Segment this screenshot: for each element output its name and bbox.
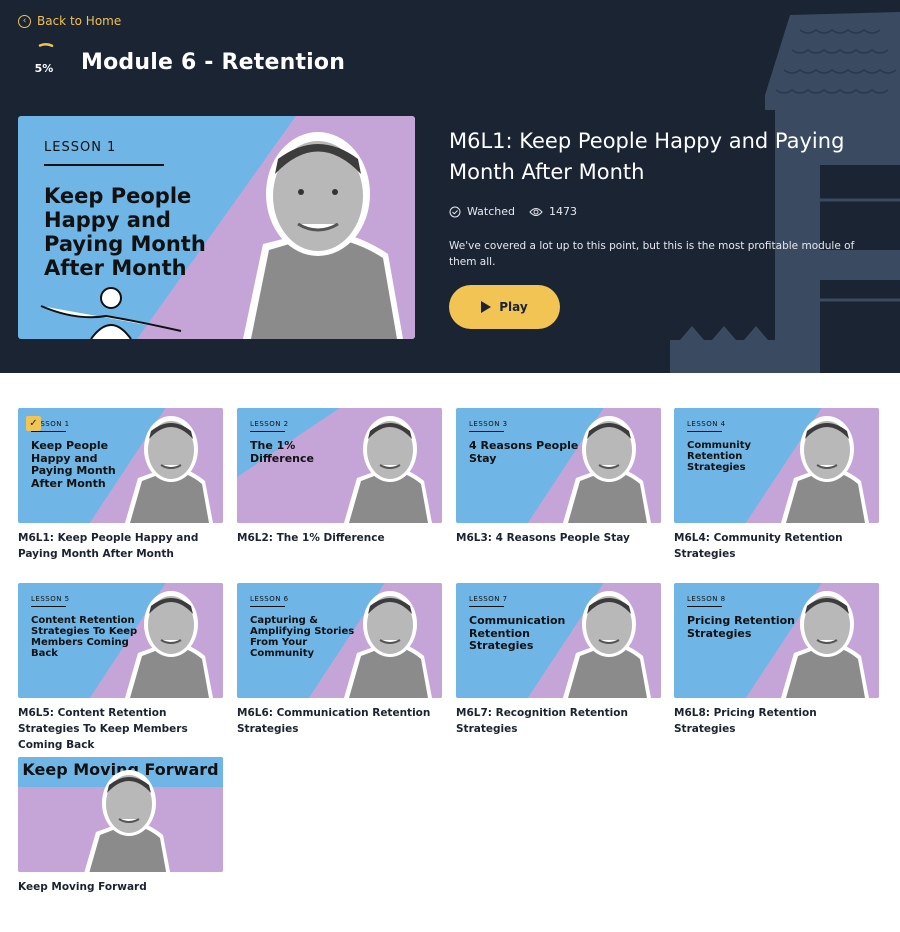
thumbnail-lesson-tag: LESSON 2 (250, 420, 289, 428)
lesson-thumbnail[interactable]: LESSON 8 Pricing Retention Strategies (674, 583, 879, 698)
thumbnail-lesson-tag: LESSON 3 (469, 420, 508, 428)
lesson-card[interactable]: LESSON 34 Reasons People Stay M6L3: 4 Rea… (456, 408, 661, 546)
hero-section: ‹ Back to Home 5% Module 6 - Retention L… (0, 0, 900, 373)
back-to-home-link[interactable]: ‹ Back to Home (18, 14, 121, 28)
view-count: 1473 (549, 205, 577, 218)
lesson-caption: M6L6: Communication Retention Strategies (237, 707, 431, 735)
thumbnail-lesson-tag: LESSON 7 (469, 595, 508, 603)
lesson-thumbnail[interactable]: LESSON 2 The 1% Difference (237, 408, 442, 523)
thumbnail-lesson-tag: LESSON 5 (31, 595, 70, 603)
lesson-thumbnail[interactable]: LESSON 1 Keep People Happy and Paying Mon… (18, 408, 223, 523)
presenter-image (563, 416, 651, 523)
lesson-card[interactable]: LESSON 7 Communication Retention Strategi… (456, 583, 661, 737)
lesson-card[interactable]: LESSON 8 Pricing Retention Strategies M6L8… (674, 583, 879, 737)
presenter-image (84, 770, 171, 872)
lesson-card[interactable]: LESSON 2 The 1% Difference M6L2: The 1% Di… (237, 408, 442, 546)
lesson-meta: Watched 1473 (449, 205, 577, 218)
presenter-image (125, 591, 213, 698)
back-link-label: Back to Home (37, 14, 122, 28)
thumbnail-lesson-tag: LESSON 4 (687, 420, 726, 428)
play-button-label: Play (499, 300, 528, 314)
lesson-card[interactable]: Keep Moving Forward Keep Moving Forward (18, 757, 223, 895)
presenter-image (125, 416, 213, 523)
lesson-caption: M6L3: 4 Reasons People Stay (456, 532, 630, 544)
eye-icon (529, 207, 543, 216)
lesson-thumbnail[interactable]: Keep Moving Forward (18, 757, 223, 872)
presenter-image (344, 591, 432, 698)
check-circle-icon (449, 206, 461, 217)
module-title: Module 6 - Retention (81, 50, 346, 75)
lesson-caption: Keep Moving Forward (18, 881, 147, 893)
lesson-card[interactable]: LESSON 5 Content Retention Strategies To … (18, 583, 223, 753)
waving-figure-doodle (40, 287, 182, 339)
watched-status: Watched (467, 205, 515, 218)
lesson-card[interactable]: LESSON 4 Community Retention Strategies M6… (674, 408, 879, 562)
thumbnail-lesson-tag: LESSON 8 (687, 595, 726, 603)
thumbnail-lesson-tag: LESSON 6 (250, 595, 289, 603)
presenter-image (563, 591, 651, 698)
lesson-card[interactable]: LESSON 1 Keep People Happy and Paying Mon… (18, 408, 223, 562)
lesson-caption: M6L5: Content Retention Strategies To Ke… (18, 707, 188, 751)
watched-check-icon: ✓ (26, 416, 41, 431)
lesson-caption: M6L1: Keep People Happy and Paying Month… (18, 532, 199, 560)
thumbnail-lesson-tag: LESSON 1 (44, 140, 117, 155)
lesson-caption: M6L2: The 1% Difference (237, 532, 385, 544)
lesson-caption: M6L7: Recognition Retention Strategies (456, 707, 628, 735)
lesson-heading: M6L1: Keep People Happy and Paying Month… (449, 129, 845, 184)
chevron-left-icon: ‹ (18, 14, 31, 28)
lesson-thumbnail[interactable]: LESSON 34 Reasons People Stay (456, 408, 661, 523)
lesson-card[interactable]: LESSON 6 Capturing & Amplifying Stories F… (237, 583, 442, 737)
play-button[interactable]: Play (449, 285, 560, 329)
lesson-thumbnail[interactable]: LESSON 4 Community Retention Strategies (674, 408, 879, 523)
presenter-image (344, 416, 432, 523)
lesson-thumbnail[interactable]: LESSON 6 Capturing & Amplifying Stories F… (237, 583, 442, 698)
presenter-image (781, 416, 869, 523)
featured-thumbnail[interactable]: LESSON 1 Keep People Happy and Paying Mo… (18, 116, 415, 339)
presenter-image (781, 591, 869, 698)
play-icon (481, 301, 492, 313)
lesson-thumbnail[interactable]: LESSON 7 Communication Retention Strategi… (456, 583, 661, 698)
presenter-image (243, 132, 403, 339)
lesson-caption: M6L8: Pricing Retention Strategies (674, 707, 817, 735)
lesson-caption: M6L4: Community Retention Strategies (674, 532, 843, 560)
lesson-thumbnail[interactable]: LESSON 5 Content Retention Strategies To … (18, 583, 223, 698)
lesson-description: We've covered a lot up to this point, bu… (449, 240, 855, 268)
progress-percent: 5% (34, 62, 54, 75)
